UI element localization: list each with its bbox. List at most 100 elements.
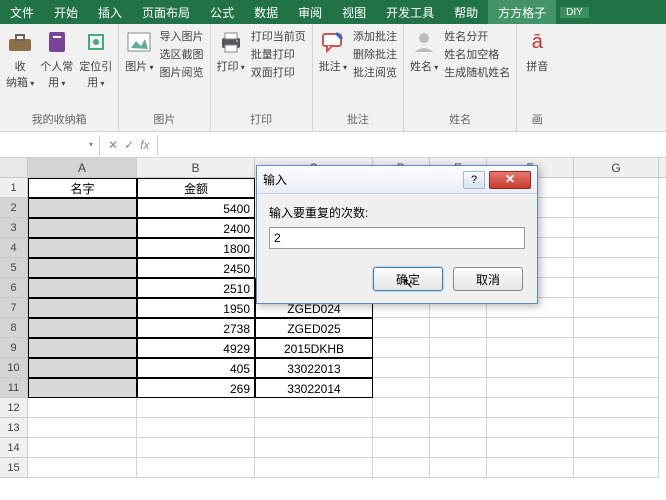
ribbon-screenshot[interactable]: 选区截图 [160,46,204,62]
cell[interactable] [574,398,659,418]
ribbon-name-split[interactable]: 姓名分开 [444,28,510,44]
menu-home[interactable]: 开始 [44,0,88,24]
menu-dev[interactable]: 开发工具 [376,0,444,24]
ribbon-print-duplex[interactable]: 双面打印 [251,64,306,80]
cell[interactable] [28,398,137,418]
cell[interactable] [487,438,574,458]
ribbon-print-batch[interactable]: 批量打印 [251,46,306,62]
cell[interactable] [574,178,659,198]
row-header[interactable]: 13 [0,418,28,438]
cell[interactable]: 1800 [137,238,255,258]
help-button[interactable]: ? [463,171,485,189]
cell[interactable]: 33022013 [255,358,373,378]
ribbon-import-image[interactable]: 导入图片 [160,28,204,44]
row-header[interactable]: 10 [0,358,28,378]
cell[interactable] [574,318,659,338]
cell[interactable] [137,418,255,438]
cell[interactable]: 2450 [137,258,255,278]
cell[interactable]: 金额 [137,178,255,198]
cell[interactable] [373,398,430,418]
cell[interactable] [373,418,430,438]
row-header[interactable]: 14 [0,438,28,458]
cancel-button[interactable]: 取消 [453,267,523,291]
cell[interactable]: 269 [137,378,255,398]
cell[interactable] [487,338,574,358]
ribbon-comment-del[interactable]: 删除批注 [353,46,397,62]
menu-view[interactable]: 视图 [332,0,376,24]
ok-button[interactable]: 确定 [373,267,443,291]
cell[interactable] [373,318,430,338]
row-header[interactable]: 2 [0,198,28,218]
cell[interactable] [430,438,487,458]
row-header[interactable]: 9 [0,338,28,358]
row-header[interactable]: 5 [0,258,28,278]
menu-review[interactable]: 审阅 [288,0,332,24]
ribbon-print-current[interactable]: 打印当前页 [251,28,306,44]
cell[interactable] [373,438,430,458]
row-header[interactable]: 15 [0,458,28,478]
row-header[interactable]: 6 [0,278,28,298]
ribbon-locate-button[interactable]: 定位引 用 [79,28,112,90]
cell[interactable]: 405 [137,358,255,378]
cell[interactable] [137,438,255,458]
dialog-titlebar[interactable]: 输入 ? ✕ [257,166,537,194]
cell[interactable] [137,458,255,478]
col-header[interactable]: A [28,158,137,177]
cell[interactable]: 33022014 [255,378,373,398]
ribbon-pinyin-button[interactable]: ā 拼音 [523,28,551,74]
cell[interactable] [28,198,137,218]
cell[interactable] [574,358,659,378]
menu-formula[interactable]: 公式 [200,0,244,24]
cell[interactable] [430,358,487,378]
cell[interactable] [373,358,430,378]
select-all-corner[interactable] [0,158,28,177]
cell[interactable] [28,218,137,238]
col-header[interactable]: B [137,158,255,177]
cell[interactable]: 2015DKHB [255,338,373,358]
cell[interactable] [574,198,659,218]
menu-diy[interactable]: DIY [560,7,589,18]
cell[interactable]: 2738 [137,318,255,338]
ribbon-storage-button[interactable]: 收 纳箱 [6,28,34,90]
ribbon-comment-add[interactable]: 添加批注 [353,28,397,44]
menu-ffgz[interactable]: 方方格子 [488,0,556,24]
cell[interactable]: ZGED025 [255,318,373,338]
cell[interactable]: 4929 [137,338,255,358]
cell[interactable] [430,458,487,478]
cell[interactable] [28,278,137,298]
close-button[interactable]: ✕ [489,171,531,189]
cell[interactable]: 2510 [137,278,255,298]
cell[interactable] [574,438,659,458]
cell[interactable] [430,418,487,438]
cell[interactable]: 1950 [137,298,255,318]
cell[interactable] [255,458,373,478]
row-header[interactable]: 8 [0,318,28,338]
cell[interactable] [137,398,255,418]
cell[interactable] [487,378,574,398]
ribbon-name-random[interactable]: 生成随机姓名 [444,64,510,80]
cell[interactable] [28,258,137,278]
ribbon-name-button[interactable]: 姓名 [410,28,438,80]
cell[interactable] [28,438,137,458]
menu-layout[interactable]: 页面布局 [132,0,200,24]
cell[interactable]: 2400 [137,218,255,238]
ribbon-name-space[interactable]: 姓名加空格 [444,46,510,62]
cell[interactable] [373,338,430,358]
cell[interactable]: 名字 [28,178,137,198]
cell[interactable] [574,238,659,258]
row-header[interactable]: 7 [0,298,28,318]
cell[interactable] [574,298,659,318]
cell[interactable] [373,458,430,478]
menu-help[interactable]: 帮助 [444,0,488,24]
cell[interactable] [373,378,430,398]
cell[interactable]: 5400 [137,198,255,218]
cell[interactable] [28,458,137,478]
ribbon-comment-button[interactable]: 批注 [319,28,347,80]
cell[interactable] [574,278,659,298]
cell[interactable] [574,378,659,398]
cell[interactable] [255,418,373,438]
cell[interactable] [487,358,574,378]
row-header[interactable]: 1 [0,178,28,198]
cell[interactable] [28,418,137,438]
menu-insert[interactable]: 插入 [88,0,132,24]
